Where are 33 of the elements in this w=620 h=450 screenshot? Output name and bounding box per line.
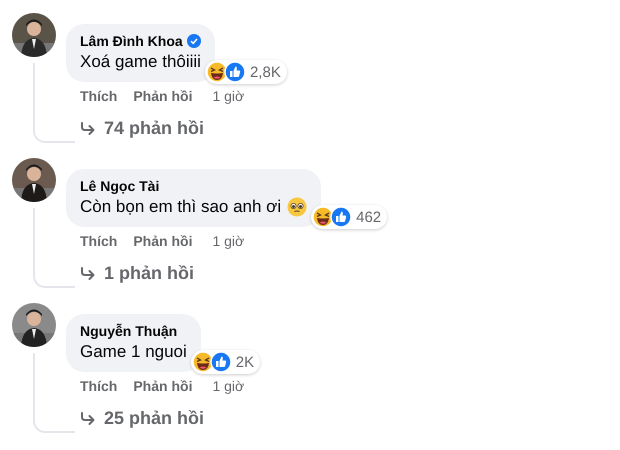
reaction-summary[interactable]: 462 [311, 205, 388, 229]
author-name[interactable]: Lâm Đình Khoa [80, 33, 183, 49]
thumbs-up-icon [330, 206, 352, 228]
action-link[interactable]: Phản hồi [133, 376, 208, 396]
reply-arrow-icon [80, 412, 96, 426]
reaction-count: 2K [236, 354, 254, 370]
laughing-face-icon [192, 351, 214, 373]
reaction-count: 2,8K [250, 64, 281, 80]
action-link[interactable]: Phản hồi [133, 86, 208, 106]
view-replies-link[interactable]: 74 phản hồi [80, 118, 204, 139]
view-replies-link[interactable]: 1 phản hồi [80, 263, 194, 284]
comment-text: Game 1 nguoi [80, 342, 187, 362]
author-name[interactable]: Nguyễn Thuận [80, 323, 178, 339]
laughing-face-icon [206, 61, 228, 83]
reply-arrow-icon [80, 266, 96, 280]
action-link[interactable]: Thích [80, 86, 134, 106]
reaction-summary[interactable]: 2K [190, 350, 260, 374]
laughing-face-icon [312, 206, 334, 228]
timestamp[interactable]: 1 giờ [212, 233, 244, 249]
timestamp[interactable]: 1 giờ [212, 378, 244, 394]
comment-text: Còn bọn em thì sao anh ơi [80, 197, 282, 217]
comment-text: Xoá game thôiiii [80, 52, 201, 72]
author-name[interactable]: Lê Ngọc Tài [80, 178, 160, 194]
action-link[interactable]: Thích [80, 376, 134, 396]
thumbs-up-icon [224, 61, 246, 83]
reaction-summary[interactable]: 2,8K [204, 60, 287, 84]
reaction-count: 462 [356, 208, 382, 226]
timestamp[interactable]: 1 giờ [212, 88, 244, 104]
thumbs-up-icon [210, 351, 232, 373]
action-link[interactable]: Thích [80, 231, 134, 251]
reply-arrow-icon [80, 122, 96, 136]
view-replies-link[interactable]: 25 phản hồi [80, 408, 204, 429]
action-link[interactable]: Phản hồi [133, 231, 208, 251]
